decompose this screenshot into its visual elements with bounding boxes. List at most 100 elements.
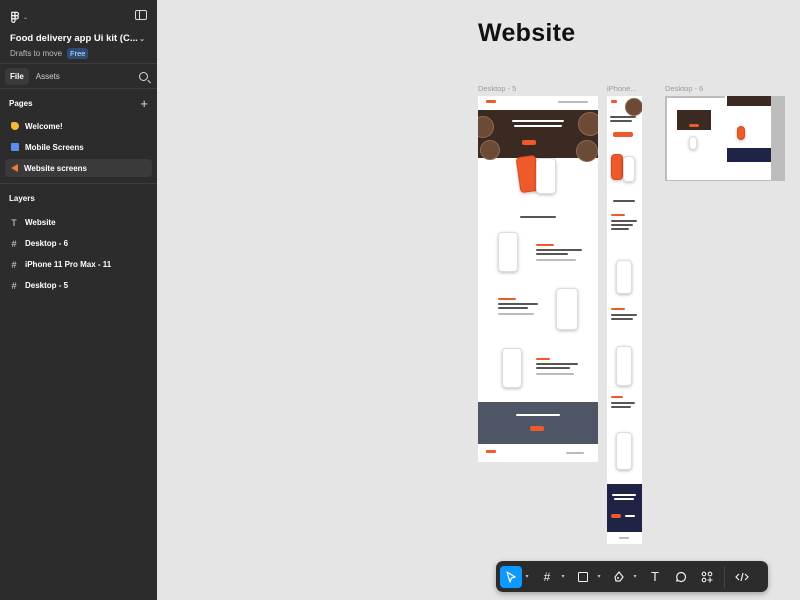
text-icon: T [11,217,17,228]
step-title [611,402,635,404]
hero-heading [514,125,562,127]
nav-links [558,101,588,103]
download-banner [607,484,642,532]
hero-banner [478,110,598,162]
frame-iphone-11[interactable] [607,96,642,544]
file-name: Food delivery app Ui kit (C... [10,33,138,44]
file-name-button[interactable]: Food delivery app Ui kit (C... ⌄ [10,33,147,44]
shape-tool-button[interactable] [572,566,594,588]
cursor-icon [506,570,516,583]
dish-image [478,116,494,138]
tab-assets[interactable]: Assets [31,68,65,85]
layer-item-desktop-6[interactable]: # Desktop - 6 [0,233,157,254]
frame-desktop-6[interactable] [665,96,785,181]
step-title [611,314,637,316]
frame-icon: # [11,259,17,270]
layers-heading: Layers [9,193,35,203]
page-preview-right [725,96,771,180]
step-title [536,363,578,365]
layer-item-desktop-5[interactable]: # Desktop - 5 [0,275,157,296]
add-page-icon[interactable]: + [140,97,148,110]
page-item-label: Welcome! [25,121,63,131]
page-item-welcome[interactable]: Welcome! [5,117,152,135]
pen-icon [614,570,624,582]
frame-icon: # [11,280,17,291]
download-heading [516,414,560,416]
download-heading [614,498,634,500]
section-title[interactable]: Website [478,19,576,48]
chevron-down-icon[interactable]: ▾ [522,573,532,580]
phone-mockup [689,136,697,150]
layer-item-label: iPhone 11 Pro Max - 11 [25,260,112,269]
step-text [536,373,574,375]
chevron-down-icon[interactable]: ▾ [558,573,568,580]
file-location-label[interactable]: Drafts to move [10,49,62,58]
step-label [611,214,625,216]
search-icon[interactable] [139,72,148,81]
toolbar-divider [724,565,725,588]
left-sidebar: ⌄ Food delivery app Ui kit (C... ⌄ Draft… [0,0,157,600]
brand-logo [486,100,496,103]
tab-file[interactable]: File [5,67,29,85]
phone-mockup [616,260,632,294]
page-item-website-screens[interactable]: Website screens [5,159,152,177]
step-label [611,396,623,398]
how-it-works-title [520,216,556,218]
step-text [498,313,534,315]
footer-text [566,452,584,454]
step-title [611,220,637,222]
main-menu-button[interactable]: ⌄ [10,10,147,24]
step-text [536,259,576,261]
move-tool-button[interactable] [500,565,522,588]
download-banner [478,402,598,444]
download-button [530,426,544,431]
brand-logo [611,100,617,103]
chevron-down-icon[interactable]: ▾ [594,573,604,580]
comment-icon [675,571,687,582]
footer-logo [486,450,496,453]
dish-image [480,140,500,160]
code-icon [735,572,749,581]
sidebar-tabs: File Assets [0,64,157,89]
chevron-down-icon: ⌄ [139,35,145,43]
pen-tool-button[interactable] [608,566,630,588]
dev-mode-toggle-button[interactable] [731,566,753,588]
layers-header: Layers [0,184,157,212]
dish-image [576,140,598,162]
frame-tool-button[interactable]: # [536,566,558,588]
phone-mockup [502,348,522,388]
phone-mockup [623,156,635,182]
frame-desktop-5[interactable] [478,96,598,462]
actions-tool-button[interactable] [696,566,718,588]
download-banner [727,148,771,162]
chevron-down-icon[interactable]: ▾ [630,573,640,580]
frame-label-desktop-5[interactable]: Desktop - 5 [478,84,588,93]
layer-item-website[interactable]: T Website [0,212,157,233]
step-title [536,253,568,255]
comment-tool-button[interactable] [670,566,692,588]
hero-order-button [689,124,699,127]
step-label [536,358,550,360]
page-item-mobile-screens[interactable]: Mobile Screens [5,138,152,156]
text-tool-button[interactable]: T [644,566,666,588]
hero-heading [512,120,564,122]
step-title [611,224,633,226]
download-heading [612,494,636,496]
frame-label-desktop-6[interactable]: Desktop - 6 [665,84,765,93]
dish-image [625,98,642,116]
step-title [536,367,570,369]
step-label [536,244,554,246]
download-button [625,515,635,517]
frame-icon: # [11,238,17,249]
step-label [611,308,625,310]
frame-label-iphone[interactable]: iPhone... [607,84,643,93]
triangle-icon [11,164,18,172]
footer-text [619,537,629,539]
design-canvas[interactable]: Website Desktop - 5 iPhone... Desktop - … [157,0,800,600]
layer-item-iphone-11[interactable]: # iPhone 11 Pro Max - 11 [0,254,157,275]
chevron-down-icon: ⌄ [23,14,29,21]
hero-heading [610,120,632,122]
toggle-sidebar-icon[interactable] [135,10,147,20]
step-title [498,307,528,309]
page-item-label: Mobile Screens [25,142,84,152]
